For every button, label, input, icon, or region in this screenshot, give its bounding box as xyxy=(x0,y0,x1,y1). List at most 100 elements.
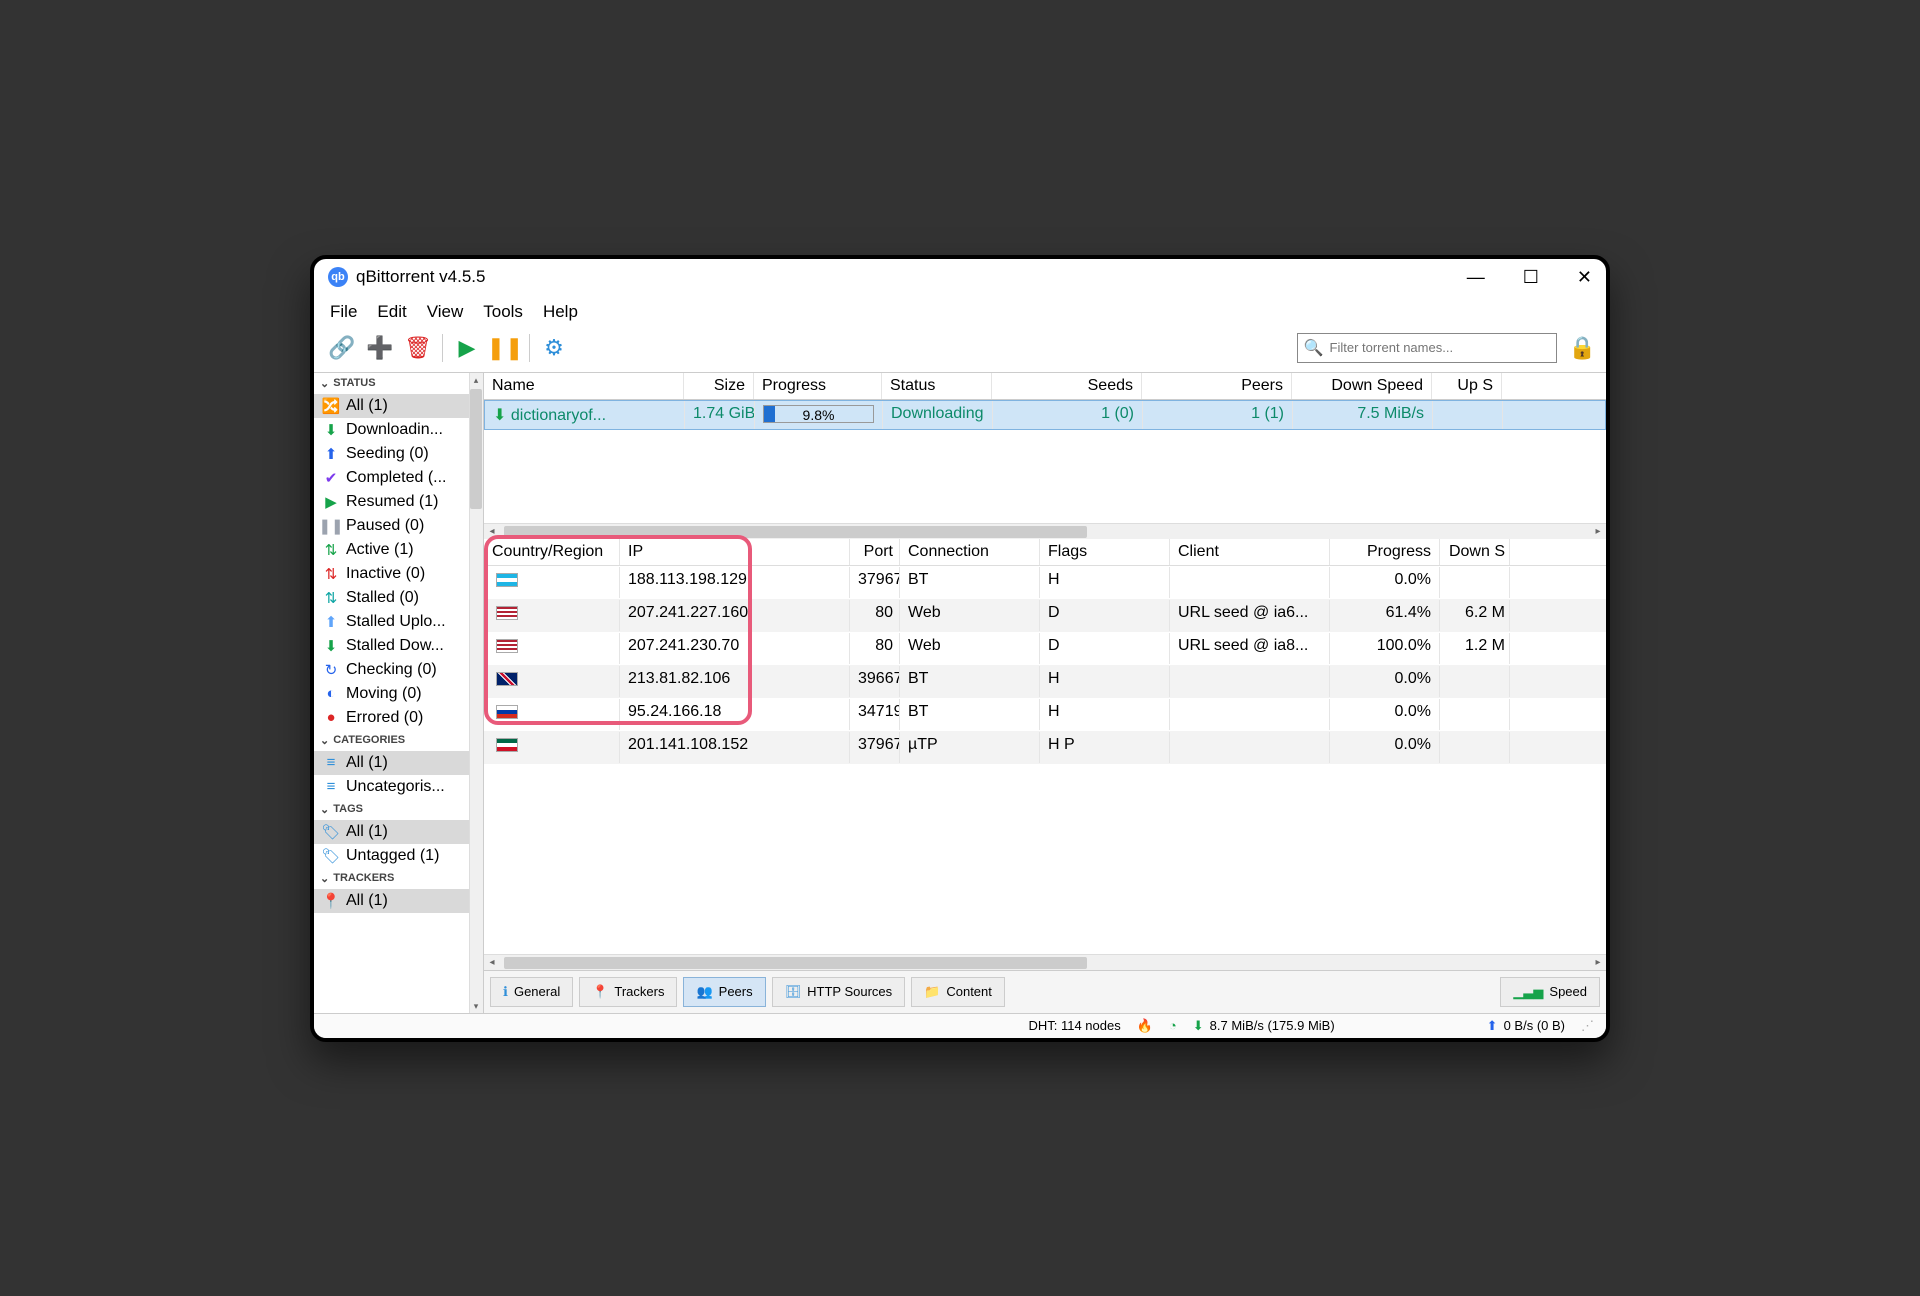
peer-row[interactable]: 201.141.108.15237967µTPH P0.0% xyxy=(484,731,1606,764)
col-name[interactable]: Name xyxy=(484,373,684,399)
torrent-seeds: 1 (0) xyxy=(993,401,1143,429)
separator xyxy=(442,334,443,362)
sidebar-scrollbar[interactable]: ▴ ▾ xyxy=(469,373,483,1013)
delete-button[interactable]: 🗑 xyxy=(400,330,436,366)
up-speed-status: ⬆0 B/s (0 B) xyxy=(1487,1018,1565,1034)
pause-button[interactable]: ❚❚ xyxy=(487,330,523,366)
col-peers[interactable]: Peers xyxy=(1142,373,1292,399)
tab-content[interactable]: 📁Content xyxy=(911,977,1005,1007)
torrent-downspeed: 7.5 MiB/s xyxy=(1293,401,1433,429)
sidebar-item[interactable]: ⬆Stalled Uplo... xyxy=(314,610,483,634)
section-header[interactable]: ⌄ CATEGORIES xyxy=(314,730,483,751)
col-port[interactable]: Port xyxy=(850,539,900,565)
menu-tools[interactable]: Tools xyxy=(483,302,523,322)
tab-speed[interactable]: ▁▃▅Speed xyxy=(1500,977,1600,1007)
section-header[interactable]: ⌄ TAGS xyxy=(314,799,483,820)
tab-trackers[interactable]: 📍Trackers xyxy=(579,977,677,1007)
peer-row[interactable]: 213.81.82.10639667BTH0.0% xyxy=(484,665,1606,698)
sidebar-item[interactable]: 📍All (1) xyxy=(314,889,483,913)
menu-file[interactable]: File xyxy=(330,302,357,322)
resume-button[interactable]: ▶ xyxy=(449,330,485,366)
scroll-down-arrow[interactable]: ▾ xyxy=(469,999,483,1013)
sidebar: ▴ ▾ ⌄ STATUS🔀All (1)⬇Downloadin...⬆Seedi… xyxy=(314,373,484,1013)
dht-status: DHT: 114 nodes xyxy=(1028,1018,1120,1033)
menu-bar: File Edit View Tools Help xyxy=(314,296,1606,328)
col-ip[interactable]: IP xyxy=(620,539,850,565)
scrollbar-thumb[interactable] xyxy=(470,389,482,509)
peer-rows: 188.113.198.12937967BTH0.0%207.241.227.1… xyxy=(484,566,1606,764)
section-header[interactable]: ⌄ TRACKERS xyxy=(314,868,483,889)
sidebar-item[interactable]: ●Errored (0) xyxy=(314,706,483,730)
tab-peers[interactable]: 👥Peers xyxy=(683,977,765,1007)
col-progress[interactable]: Progress xyxy=(754,373,882,399)
scroll-right-arrow[interactable]: ▸ xyxy=(1590,524,1606,540)
app-window: qb qBittorrent v4.5.5 — ☐ ✕ FileEditView… xyxy=(310,255,1610,1042)
sidebar-item[interactable]: ⇅Stalled (0) xyxy=(314,586,483,610)
col-peer-progress[interactable]: Progress xyxy=(1330,539,1440,565)
col-country[interactable]: Country/Region xyxy=(484,539,620,565)
col-peer-down[interactable]: Down S xyxy=(1440,539,1510,565)
scroll-left-arrow[interactable]: ◂ xyxy=(484,955,500,971)
search-input[interactable] xyxy=(1330,340,1550,355)
scroll-right-arrow[interactable]: ▸ xyxy=(1590,955,1606,971)
scroll-up-arrow[interactable]: ▴ xyxy=(469,373,483,387)
torrent-hscroll[interactable]: ◂ ▸ xyxy=(484,523,1606,539)
speed-icon[interactable]: ◔ xyxy=(1169,1018,1177,1033)
add-link-button[interactable]: 🔗 xyxy=(324,330,360,366)
sidebar-item[interactable]: ≡All (1) xyxy=(314,751,483,775)
col-size[interactable]: Size xyxy=(684,373,754,399)
torrent-header-row: Name Size Progress Status Seeds Peers Do… xyxy=(484,373,1606,400)
peer-row[interactable]: 207.241.230.7080WebDURL seed @ ia8...100… xyxy=(484,632,1606,665)
search-box[interactable]: 🔍 xyxy=(1297,333,1557,363)
sidebar-item[interactable]: 🏷All (1) xyxy=(314,820,483,844)
col-client[interactable]: Client xyxy=(1170,539,1330,565)
torrent-row[interactable]: ⬇ dictionaryof... 1.74 GiB 9.8% Download… xyxy=(484,400,1606,430)
peers-hscroll[interactable]: ◂ ▸ xyxy=(484,954,1606,970)
settings-button[interactable]: ⚙ xyxy=(536,330,572,366)
torrent-upspeed xyxy=(1433,401,1503,429)
menu-edit[interactable]: Edit xyxy=(377,302,406,322)
peer-row[interactable]: 207.241.227.16080WebDURL seed @ ia6...61… xyxy=(484,599,1606,632)
sidebar-item[interactable]: ⬆Seeding (0) xyxy=(314,442,483,466)
tab-general[interactable]: ℹGeneral xyxy=(490,977,573,1007)
hscroll-thumb[interactable] xyxy=(504,526,1087,538)
scroll-left-arrow[interactable]: ◂ xyxy=(484,524,500,540)
status-bar: DHT: 114 nodes 🔥 ◔ ⬇8.7 MiB/s (175.9 MiB… xyxy=(314,1013,1606,1038)
minimize-button[interactable]: — xyxy=(1467,267,1485,288)
menu-view[interactable]: View xyxy=(427,302,464,322)
peer-row[interactable]: 95.24.166.1834719BTH0.0% xyxy=(484,698,1606,731)
window-title: qBittorrent v4.5.5 xyxy=(356,267,485,287)
close-button[interactable]: ✕ xyxy=(1577,267,1592,288)
sidebar-item[interactable]: ▶Resumed (1) xyxy=(314,490,483,514)
tab-http-sources[interactable]: 🗄HTTP Sources xyxy=(772,977,906,1007)
peer-header-row: Country/Region IP Port Connection Flags … xyxy=(484,539,1606,566)
sidebar-item[interactable]: 🏷Untagged (1) xyxy=(314,844,483,868)
col-flags[interactable]: Flags xyxy=(1040,539,1170,565)
sidebar-item[interactable]: ⬇Downloadin... xyxy=(314,418,483,442)
sidebar-item[interactable]: ✔Completed (... xyxy=(314,466,483,490)
maximize-button[interactable]: ☐ xyxy=(1523,267,1539,288)
sidebar-item[interactable]: ⬇Stalled Dow... xyxy=(314,634,483,658)
hscroll-thumb[interactable] xyxy=(504,957,1087,969)
peer-row[interactable]: 188.113.198.12937967BTH0.0% xyxy=(484,566,1606,599)
col-connection[interactable]: Connection xyxy=(900,539,1040,565)
col-status[interactable]: Status xyxy=(882,373,992,399)
progress-bar: 9.8% xyxy=(763,405,874,423)
section-header[interactable]: ⌄ STATUS xyxy=(314,373,483,394)
torrent-size: 1.74 GiB xyxy=(685,401,755,429)
col-downspeed[interactable]: Down Speed xyxy=(1292,373,1432,399)
col-upspeed[interactable]: Up S xyxy=(1432,373,1502,399)
col-seeds[interactable]: Seeds xyxy=(992,373,1142,399)
add-torrent-button[interactable]: ➕ xyxy=(362,330,398,366)
sidebar-item[interactable]: ◐Moving (0) xyxy=(314,682,483,706)
sidebar-item[interactable]: ⇅Inactive (0) xyxy=(314,562,483,586)
sidebar-item[interactable]: ⇅Active (1) xyxy=(314,538,483,562)
resize-grip-icon[interactable]: ⋰ xyxy=(1581,1018,1594,1034)
firewall-icon[interactable]: 🔥 xyxy=(1137,1018,1153,1034)
sidebar-item[interactable]: ❚❚Paused (0) xyxy=(314,514,483,538)
lock-icon[interactable]: 🔒 xyxy=(1569,335,1596,361)
sidebar-item[interactable]: ≡Uncategoris... xyxy=(314,775,483,799)
sidebar-item[interactable]: ↻Checking (0) xyxy=(314,658,483,682)
menu-help[interactable]: Help xyxy=(543,302,578,322)
sidebar-item[interactable]: 🔀All (1) xyxy=(314,394,483,418)
